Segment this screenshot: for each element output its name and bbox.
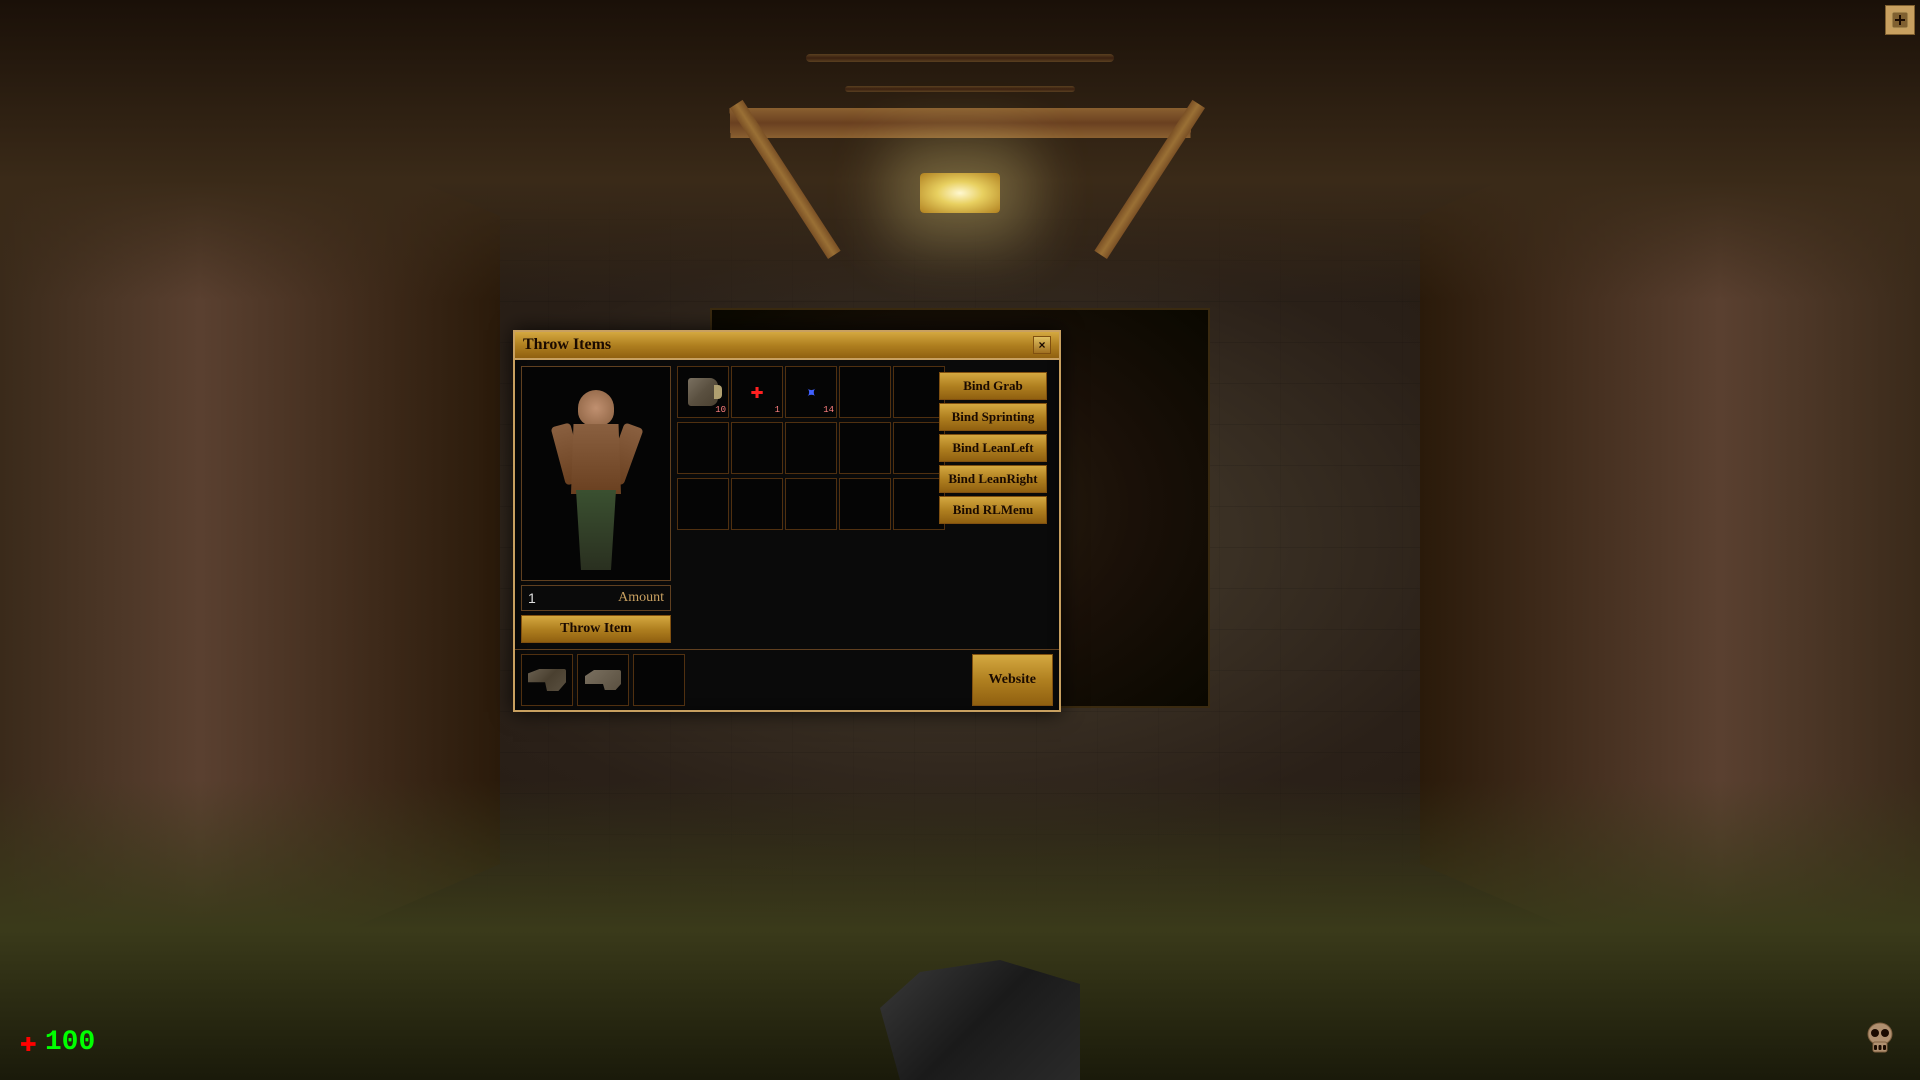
weapon-view [760,880,1160,1080]
bind-leanright-button[interactable]: Bind LeanRight [939,465,1047,493]
right-panel: 10 ✚ 1 ✦ 14 [677,366,1053,643]
top-right-icon [1885,5,1915,35]
bottom-item-cell-1[interactable] [577,654,629,706]
health-value: 100 [45,1027,95,1058]
dialog-close-button[interactable]: × [1033,336,1051,354]
inv-cell-1-4[interactable] [893,422,945,474]
inv-cell-0-3[interactable] [839,366,891,418]
char-head [578,390,614,426]
gun-icon-1 [528,669,566,691]
wooden-beam-horizontal [729,108,1191,138]
side-buttons: Bind Grab Bind Sprinting Bind LeanLeft B… [939,372,1047,524]
amount-label: Amount [572,590,670,606]
bind-rlmenu-button[interactable]: Bind RLMenu [939,496,1047,524]
hud-health: ✚ 100 [20,1025,95,1060]
flashlight-icon [688,378,718,406]
character-panel: Amount Throw Item [521,366,671,643]
throw-items-dialog: Throw Items × Amount Throw Item [513,330,1061,712]
inv-cell-2-3[interactable] [839,478,891,530]
inv-cell-2-1[interactable] [731,478,783,530]
medkit-icon: ✚ [750,379,763,405]
amount-row: Amount [521,585,671,611]
flashlight-count: 10 [715,405,726,415]
bind-grab-button[interactable]: Bind Grab [939,372,1047,400]
bind-leanleft-button[interactable]: Bind LeanLeft [939,434,1047,462]
ceiling [0,0,1920,300]
health-cross-icon: ✚ [20,1025,37,1060]
dialog-bottom: Website [515,649,1059,710]
bind-sprinting-button[interactable]: Bind Sprinting [939,403,1047,431]
character-silhouette [546,380,646,580]
gun-icon-2 [585,670,621,690]
pipe-1 [806,54,1113,62]
inv-cell-2-0[interactable] [677,478,729,530]
character-preview [521,366,671,581]
inv-cell-0-2[interactable]: ✦ 14 [785,366,837,418]
inv-cell-1-3[interactable] [839,422,891,474]
dialog-body: Amount Throw Item 10 ✚ [515,360,1059,649]
pipe-2 [845,86,1075,92]
inv-cell-1-2[interactable] [785,422,837,474]
hud-skull-icon [1860,1020,1900,1060]
inventory-grids: 10 ✚ 1 ✦ 14 [677,366,945,530]
right-panel-inner: 10 ✚ 1 ✦ 14 [677,366,1053,530]
weapon-shape [880,960,1080,1080]
inventory-row-3 [677,478,945,530]
inv-cell-1-1[interactable] [731,422,783,474]
bottom-item-cell-2[interactable] [633,654,685,706]
bottom-item-cell-0[interactable] [521,654,573,706]
dialog-title: Throw Items [523,336,611,354]
inv-cell-0-4[interactable] [893,366,945,418]
inventory-row-2 [677,422,945,474]
medkit-count: 1 [775,405,780,415]
website-button[interactable]: Website [972,654,1053,706]
tool-icon: ✦ [798,379,825,406]
inv-cell-2-4[interactable] [893,478,945,530]
char-torso [571,424,621,494]
inv-cell-2-2[interactable] [785,478,837,530]
dialog-titlebar: Throw Items × [515,332,1059,360]
inv-cell-0-1[interactable]: ✚ 1 [731,366,783,418]
inv-cell-1-0[interactable] [677,422,729,474]
char-legs [571,490,621,570]
throw-item-button[interactable]: Throw Item [521,615,671,643]
inv-cell-0-0[interactable]: 10 [677,366,729,418]
amount-input[interactable] [522,586,572,610]
light-fixture [920,173,1000,213]
tool-count: 14 [823,405,834,415]
inventory-row-1: 10 ✚ 1 ✦ 14 [677,366,945,418]
